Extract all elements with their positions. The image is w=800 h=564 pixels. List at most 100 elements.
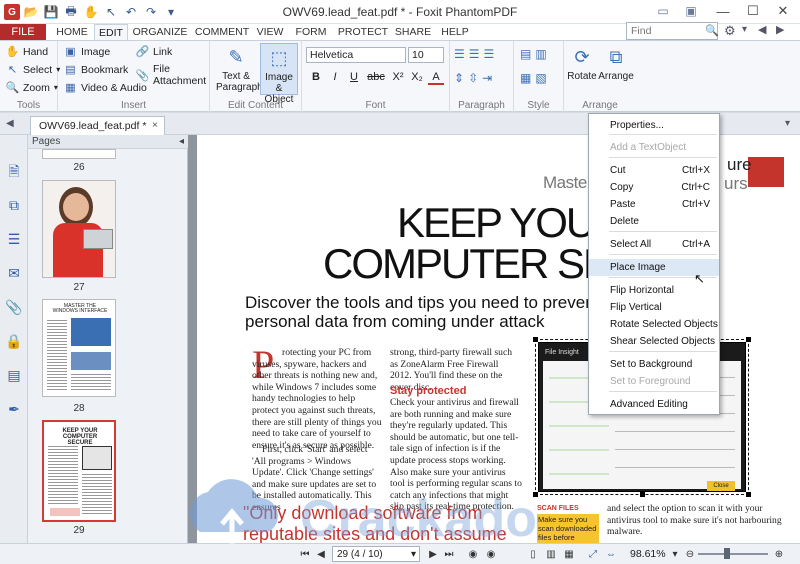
gear-icon[interactable]: ⚙ bbox=[724, 23, 736, 39]
group-style: ▤ ▥ ▦ ▧ Style bbox=[514, 41, 564, 113]
menu-item-label: Rotate Selected Objects bbox=[610, 319, 718, 330]
align-left-icon[interactable]: ☰ bbox=[454, 47, 465, 61]
first-page-icon[interactable]: ⏮ bbox=[298, 547, 312, 561]
zoom-out-icon[interactable]: ⊖ bbox=[683, 547, 697, 561]
single-page-icon[interactable]: ▯ bbox=[526, 547, 540, 561]
restore-ribbon-icon[interactable]: ▣ bbox=[676, 0, 706, 22]
insert-video[interactable]: ▦ Video & Audio bbox=[64, 81, 146, 95]
tab-organize[interactable]: ORGANIZE bbox=[132, 24, 188, 40]
fit-page-icon[interactable]: ⤢ bbox=[586, 547, 600, 561]
font-size-select[interactable]: 10 bbox=[408, 47, 444, 63]
context-menu-item[interactable]: Set to Background bbox=[589, 356, 719, 373]
page-number-field[interactable]: 29 (4 / 10) ▾ bbox=[332, 546, 420, 562]
line-spacing-icon[interactable]: ⇕ bbox=[454, 71, 464, 85]
context-menu-item[interactable]: Advanced Editing bbox=[589, 396, 719, 413]
tab-scroll-left-icon[interactable]: ◀ bbox=[6, 118, 14, 129]
last-page-icon[interactable]: ⏭ bbox=[442, 547, 456, 561]
insert-attachment[interactable]: 📎 File Attachment bbox=[136, 63, 209, 87]
subscript-button[interactable]: X₂ bbox=[409, 71, 425, 85]
image-object-button[interactable]: ⬚ Image & Object bbox=[260, 43, 298, 105]
bold-button[interactable]: B bbox=[308, 71, 324, 85]
page-thumbnail[interactable] bbox=[42, 180, 116, 278]
font-color-button[interactable]: A bbox=[428, 71, 444, 85]
document-tab[interactable]: OWV69.lead_feat.pdf * × bbox=[30, 116, 165, 135]
pages-panel-icon[interactable]: ⧉ bbox=[4, 195, 24, 215]
indent-icon[interactable]: ⇥ bbox=[482, 71, 492, 85]
select-tool[interactable]: ↖ Select ▾ bbox=[6, 63, 60, 77]
tab-form[interactable]: FORM bbox=[292, 24, 330, 40]
tab-list-icon[interactable]: ▾ bbox=[785, 118, 790, 129]
context-menu-item[interactable]: Cut Ctrl+X bbox=[589, 162, 719, 179]
fill-style-icon[interactable]: ▤ bbox=[520, 47, 531, 61]
zoom-slider-knob[interactable] bbox=[724, 548, 730, 559]
zoom-menu-icon[interactable]: ▾ bbox=[668, 547, 682, 561]
layers-panel-icon[interactable]: ☰ bbox=[4, 229, 24, 249]
maximize-button[interactable]: ☐ bbox=[738, 0, 768, 22]
page-thumbnail[interactable]: MASTER THE WINDOWS INTERFACE bbox=[42, 299, 116, 397]
italic-button[interactable]: I bbox=[327, 71, 343, 85]
facing-pages-icon[interactable]: ▦ bbox=[562, 547, 576, 561]
page-thumbnail-selected[interactable]: KEEP YOUR COMPUTER SECURE bbox=[42, 420, 116, 522]
tab-view[interactable]: VIEW bbox=[254, 24, 286, 40]
close-window-button[interactable]: ✕ bbox=[768, 0, 798, 22]
arrange-button[interactable]: ⧉ Arrange bbox=[598, 45, 634, 83]
paragraph-spacing-icon[interactable]: ⇳ bbox=[468, 71, 478, 85]
comments-panel-icon[interactable]: ✉ bbox=[4, 263, 24, 283]
insert-bookmark[interactable]: ▤ Bookmark bbox=[64, 63, 128, 77]
align-right-icon[interactable]: ☰ bbox=[484, 47, 495, 61]
context-menu-item[interactable]: Delete bbox=[589, 213, 719, 230]
context-menu-item[interactable]: Select All Ctrl+A bbox=[589, 236, 719, 253]
bookmarks-panel-icon[interactable]: 🗎 bbox=[4, 163, 24, 183]
ribbon-display-icon[interactable]: ▭ bbox=[648, 0, 678, 22]
insert-image[interactable]: ▣ Image bbox=[64, 45, 110, 59]
zoom-tool[interactable]: 🔍 Zoom ▾ bbox=[6, 81, 58, 95]
menu-separator bbox=[609, 391, 717, 392]
attachments-panel-icon[interactable]: 📎 bbox=[4, 297, 24, 317]
form-fields-panel-icon[interactable]: ▤ bbox=[4, 365, 24, 385]
insert-link[interactable]: 🔗 Link bbox=[136, 45, 173, 59]
font-family-select[interactable]: Helvetica bbox=[306, 47, 406, 63]
context-menu-item[interactable]: Shear Selected Objects bbox=[589, 333, 719, 350]
underline-button[interactable]: U bbox=[346, 71, 362, 85]
search-icon[interactable]: 🔍 bbox=[705, 24, 719, 37]
forward-icon[interactable]: ▶ bbox=[776, 23, 784, 36]
text-paragraph-button[interactable]: ✎ Text & Paragraph bbox=[216, 45, 263, 94]
context-menu-item[interactable]: Properties... bbox=[589, 117, 719, 134]
menu-separator bbox=[609, 254, 717, 255]
opacity-icon[interactable]: ▧ bbox=[535, 71, 546, 85]
align-center-icon[interactable]: ☰ bbox=[469, 47, 480, 61]
tab-edit[interactable]: EDIT bbox=[94, 24, 128, 40]
tab-share[interactable]: SHARE bbox=[394, 24, 432, 40]
zoom-slider[interactable] bbox=[698, 553, 768, 555]
context-menu-item[interactable]: Paste Ctrl+V bbox=[589, 196, 719, 213]
tab-file[interactable]: FILE bbox=[0, 24, 46, 40]
previous-page-icon[interactable]: ◀ bbox=[314, 547, 328, 561]
tab-help[interactable]: HELP bbox=[438, 24, 472, 40]
next-page-icon[interactable]: ▶ bbox=[426, 547, 440, 561]
tab-home[interactable]: HOME bbox=[52, 24, 92, 40]
go-back-icon[interactable]: ◉ bbox=[466, 547, 480, 561]
tab-comment[interactable]: COMMENT bbox=[194, 24, 250, 40]
security-panel-icon[interactable]: 🔒 bbox=[4, 331, 24, 351]
continuous-page-icon[interactable]: ▥ bbox=[544, 547, 558, 561]
go-forward-icon[interactable]: ◉ bbox=[484, 547, 498, 561]
tab-protect[interactable]: PROTECT bbox=[336, 24, 390, 40]
context-menu-item[interactable]: Copy Ctrl+C bbox=[589, 179, 719, 196]
back-icon[interactable]: ◀ bbox=[758, 23, 766, 36]
context-menu-item[interactable]: Flip Vertical bbox=[589, 299, 719, 316]
signature-panel-icon[interactable]: ✒ bbox=[4, 399, 24, 419]
stroke-style-icon[interactable]: ▥ bbox=[535, 47, 546, 61]
page-thumbnail[interactable] bbox=[42, 149, 116, 159]
hand-tool[interactable]: ✋ Hand bbox=[6, 45, 48, 59]
superscript-button[interactable]: X² bbox=[390, 71, 406, 85]
collapse-panel-icon[interactable]: ◂ bbox=[179, 136, 184, 147]
border-style-icon[interactable]: ▦ bbox=[520, 71, 531, 85]
dropdown-icon[interactable]: ▾ bbox=[742, 24, 747, 35]
fit-width-icon[interactable]: ⇔ bbox=[604, 547, 618, 561]
context-menu-item[interactable]: Rotate Selected Objects bbox=[589, 316, 719, 333]
minimize-button[interactable]: — bbox=[708, 0, 738, 22]
close-tab-icon[interactable]: × bbox=[152, 119, 158, 131]
rotate-button[interactable]: ⟳ Rotate bbox=[566, 45, 598, 83]
strikethrough-button[interactable]: abc bbox=[365, 71, 387, 85]
zoom-in-icon[interactable]: ⊕ bbox=[772, 547, 786, 561]
